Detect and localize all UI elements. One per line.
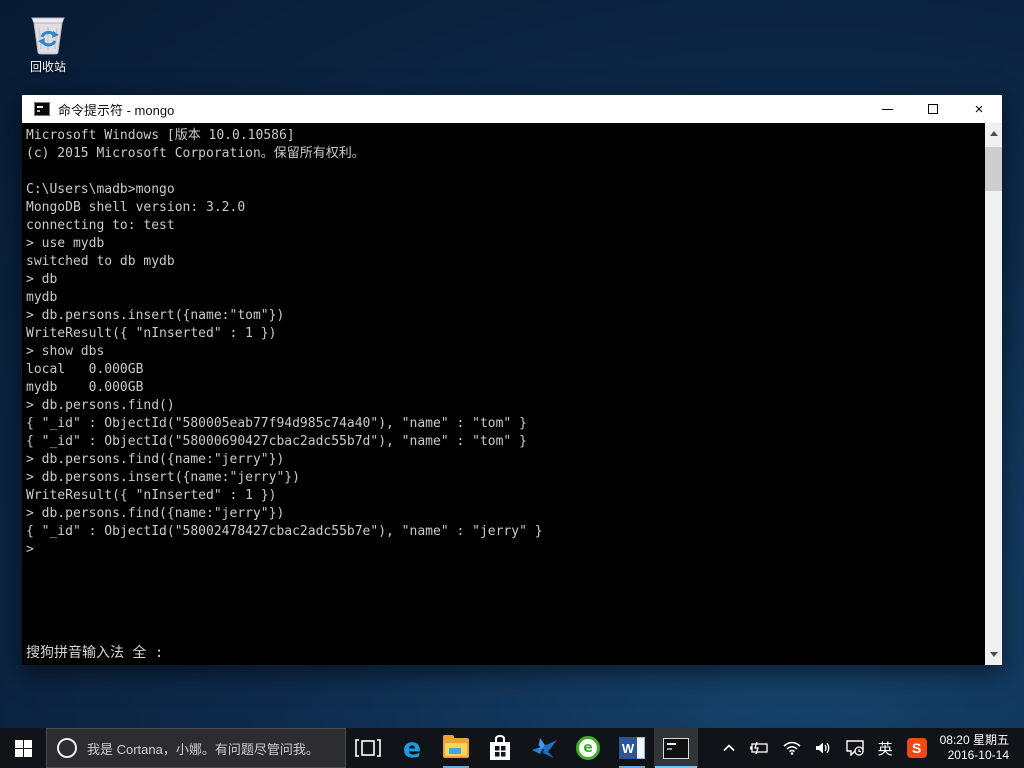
word-icon: W [619,737,645,759]
taskbar-green-browser-button[interactable]: e [566,728,610,768]
console-line: WriteResult({ "nInserted" : 1 }) [26,326,277,341]
console-line: (c) 2015 Microsoft Corporation。保留所有权利。 [26,146,365,161]
edge-icon: e [402,732,422,764]
console-line: WriteResult({ "nInserted" : 1 }) [26,488,277,503]
maximize-icon [928,104,938,114]
windows-logo-icon [14,739,32,757]
speaker-icon [815,742,830,754]
console-line: > db.persons.insert({name:"tom"}) [26,308,285,323]
tray-wifi-button[interactable] [776,728,808,768]
action-center-icon [845,740,864,756]
console-line: mydb [26,290,58,305]
cortana-search-text: 我是 Cortana，小娜。有问题尽管问我。 [87,741,319,757]
scroll-thumb[interactable] [985,147,1002,191]
titlebar[interactable]: 命令提示符 - mongo × [22,95,1002,123]
scrollbar[interactable] [985,123,1002,665]
clock-time: 08:20 星期五 [939,733,1009,747]
recycle-bin-label: 回收站 [29,60,66,74]
tray-volume-button[interactable] [808,728,839,768]
scroll-down-icon [989,652,998,657]
console-line: local 0.000GB [26,362,144,377]
close-button[interactable]: × [956,95,1002,123]
window-controls: × [864,95,1002,123]
taskbar-store-button[interactable] [478,728,522,768]
console-line: > db.persons.find({name:"jerry"}) [26,506,285,521]
tray-overflow-button[interactable] [716,728,742,768]
console-line: > db [26,272,58,287]
clock-date: 2016-10-14 [947,748,1009,762]
tray-action-center-button[interactable] [839,728,871,768]
console-line: > db.persons.find() [26,398,175,413]
tray-sogou-button[interactable]: S [900,728,934,768]
console-line: > show dbs [26,344,105,359]
start-button[interactable] [0,728,46,768]
console-line: C:\Users\madb>mongo [26,182,175,197]
cortana-search-box[interactable]: 我是 Cortana，小娜。有问题尽管问我。 [46,728,346,768]
taskbar-task-view-button[interactable] [346,728,390,768]
console-line: switched to db mydb [26,254,175,269]
desktop: 回收站 命令提示符 - mongo × Microsoft Windows [版… [0,0,1024,768]
console-line: { "_id" : ObjectId("58002478427cbac2adc5… [26,524,543,539]
taskbar-word-button[interactable]: W [610,728,654,768]
xunlei-bird-icon [532,738,557,758]
console-line: Microsoft Windows [版本 10.0.10586] [26,128,295,143]
console-line: { "_id" : ObjectId("580005eab77f94d985c7… [26,416,527,431]
console-output: Microsoft Windows [版本 10.0.10586] (c) 201… [26,127,982,559]
recycle-bin-icon [31,17,65,55]
sogou-icon: S [906,738,927,758]
minimize-button[interactable] [864,95,910,123]
file-explorer-icon [443,735,469,758]
console-line: connecting to: test [26,218,175,233]
scroll-up-icon [989,131,998,136]
task-view-icon [355,739,381,757]
scroll-up-button[interactable] [985,125,1002,142]
green-browser-icon: e [576,736,600,760]
cmd-icon [34,102,50,116]
ime-status-line: 搜狗拼音输入法 全 : [26,645,164,661]
console-line: > db.persons.insert({name:"jerry"}) [26,470,300,485]
taskbar-cmd-button[interactable] [654,728,698,768]
tray-ime-language-button[interactable]: 英 [871,728,900,768]
console-line: MongoDB shell version: 3.2.0 [26,200,246,215]
taskbar: 我是 Cortana，小娜。有问题尽管问我。 e e W 英 S 08:20 星… [0,728,1024,768]
ime-language-label: 英 [877,740,893,758]
console-line: { "_id" : ObjectId("58000690427cbac2adc5… [26,434,527,449]
cortana-icon [57,738,77,758]
battery-icon [749,742,768,754]
console-line: > use mydb [26,236,105,251]
taskbar-edge-button[interactable]: e [390,728,434,768]
minimize-icon [881,108,893,110]
console[interactable]: Microsoft Windows [版本 10.0.10586] (c) 201… [22,123,1002,665]
scroll-down-button[interactable] [985,646,1002,663]
taskbar-file-explorer-button[interactable] [434,728,478,768]
tray-battery-button[interactable] [742,728,776,768]
cmd-window: 命令提示符 - mongo × Microsoft Windows [版本 10… [22,95,1002,665]
console-line: mydb 0.000GB [26,380,144,395]
window-title: 命令提示符 - mongo [58,102,175,118]
wifi-icon [783,741,801,755]
recycle-bin[interactable]: 回收站 [10,8,86,75]
console-line: > [26,542,34,557]
chevron-up-icon [723,744,735,752]
taskbar-xunlei-button[interactable] [522,728,566,768]
maximize-button[interactable] [910,95,956,123]
store-icon [490,735,510,760]
system-tray: 英 S 08:20 星期五 2016-10-14 [716,728,1024,768]
tray-clock[interactable]: 08:20 星期五 2016-10-14 [934,733,1019,763]
cmd-taskbar-icon [663,737,689,759]
console-line: > db.persons.find({name:"jerry"}) [26,452,285,467]
